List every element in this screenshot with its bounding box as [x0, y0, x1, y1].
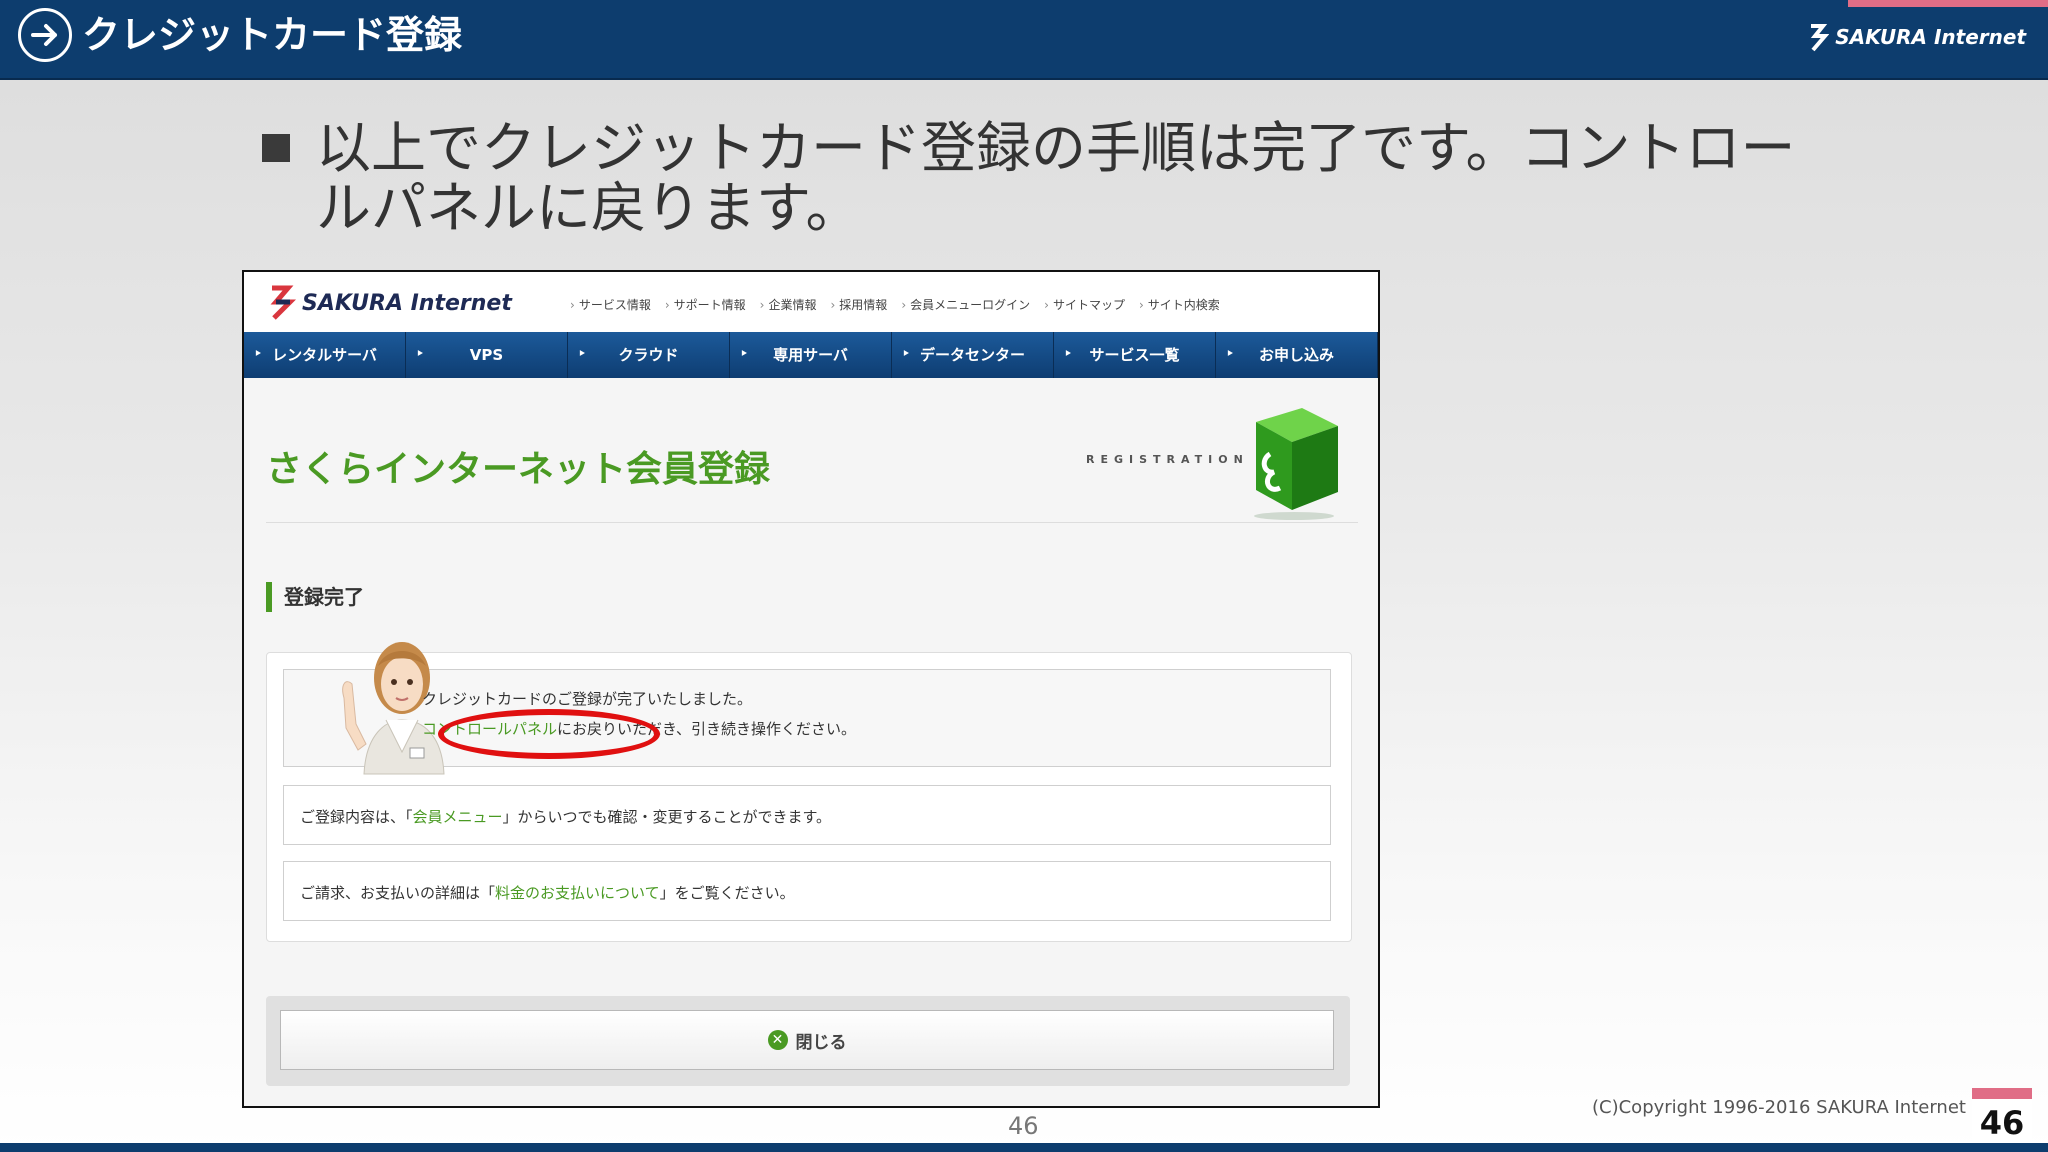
nav-data-center[interactable]: データセンター — [892, 332, 1054, 378]
sakura-logo-icon — [1811, 24, 1830, 52]
member-menu-info-text: ご登録内容は、「会員メニュー」からいつでも確認・変更することができます。 — [300, 806, 831, 827]
member-menu-link[interactable]: 会員メニュー — [413, 808, 503, 826]
close-button-label: 閉じる — [795, 1032, 847, 1053]
top-link-service-info[interactable]: サービス情報 — [570, 296, 651, 313]
close-button[interactable]: ✕ 閉じる — [280, 1010, 1334, 1070]
registration-label: REGISTRATION — [1086, 453, 1249, 466]
top-link-site-search[interactable]: サイト内検索 — [1139, 296, 1220, 313]
header-accent-line — [1848, 0, 2048, 7]
bullet-text: 以上でクレジットカード登録の手順は完了です。コントロールパネルに戻ります。 — [316, 116, 1796, 240]
top-link-member-login[interactable]: 会員メニューログイン — [901, 296, 1030, 313]
nav-cloud[interactable]: クラウド — [568, 332, 730, 378]
site-logo[interactable]: SAKURA Internet — [266, 284, 512, 322]
page-number-badge: 46 — [1972, 1088, 2032, 1146]
close-button-area: ✕ 閉じる — [266, 996, 1350, 1086]
page-title: さくらインターネット会員登録 — [266, 449, 771, 490]
top-link-recruit-info[interactable]: 採用情報 — [830, 296, 887, 313]
brand-name: SAKURA Internet — [1835, 25, 2026, 49]
website-screenshot: SAKURA Internet サービス情報 サポート情報 企業情報 採用情報 … — [242, 270, 1380, 1108]
billing-info-text: ご請求、お支払いの詳細は「料金のお支払いについて」をご覧ください。 — [300, 882, 795, 903]
bottom-bar — [0, 1143, 2048, 1152]
site-logo-text: SAKURA Internet — [302, 290, 512, 316]
brand-logo: SAKURA Internet — [1807, 22, 2026, 52]
bullet-square-icon — [262, 134, 290, 162]
info1-post: 」からいつでも確認・変更することができます。 — [502, 808, 832, 826]
completion-line-1: クレジットカードのご登録が完了いたしました。 — [422, 690, 753, 708]
info2-pre: ご請求、お支払いの詳細は「 — [300, 884, 496, 902]
section-heading: 登録完了 — [266, 582, 364, 612]
sakura-logo-icon — [270, 285, 296, 320]
nav-service-list[interactable]: サービス一覧 — [1054, 332, 1216, 378]
green-cube-icon — [1246, 404, 1342, 524]
highlight-circle-annotation — [438, 709, 660, 759]
page-number: 46 — [1979, 1104, 2025, 1142]
nav-vps[interactable]: VPS — [406, 332, 568, 378]
site-top-links: サービス情報 サポート情報 企業情報 採用情報 会員メニューログイン サイトマッ… — [570, 296, 1220, 313]
top-link-sitemap[interactable]: サイトマップ — [1044, 296, 1125, 313]
info2-post: 」をご覧ください。 — [659, 884, 795, 902]
page-badge-accent — [1972, 1088, 2032, 1099]
site-main-nav: レンタルサーバ VPS クラウド 専用サーバ データセンター サービス一覧 お申… — [244, 332, 1378, 378]
nav-apply[interactable]: お申し込み — [1216, 332, 1378, 378]
slide-header: クレジットカード登録 SAKURA Internet — [0, 0, 2048, 80]
top-link-support-info[interactable]: サポート情報 — [665, 296, 746, 313]
completion-card: クレジットカードのご登録が完了いたしました。 コントロールパネルにお戻りいただき… — [266, 642, 1352, 942]
payment-info-link[interactable]: 料金のお支払いについて — [495, 884, 660, 902]
member-menu-info-box: ご登録内容は、「会員メニュー」からいつでも確認・変更することができます。 — [283, 785, 1331, 845]
arrow-right-icon — [18, 8, 72, 62]
nav-rental-server[interactable]: レンタルサーバ — [244, 332, 406, 378]
completion-message-box: クレジットカードのご登録が完了いたしました。 コントロールパネルにお戻りいただき… — [283, 642, 1331, 775]
info1-pre: ご登録内容は、「 — [300, 808, 413, 826]
center-page-number: 46 — [1008, 1112, 1039, 1140]
billing-info-box: ご請求、お支払いの詳細は「料金のお支払いについて」をご覧ください。 — [283, 861, 1331, 921]
close-icon: ✕ — [767, 1030, 788, 1050]
title-divider — [266, 522, 1358, 523]
top-link-company-info[interactable]: 企業情報 — [760, 296, 816, 313]
site-header: SAKURA Internet サービス情報 サポート情報 企業情報 採用情報 … — [244, 272, 1378, 332]
nav-dedicated-server[interactable]: 専用サーバ — [730, 332, 892, 378]
slide-title: クレジットカード登録 — [82, 13, 463, 57]
copyright-text: (C)Copyright 1996-2016 SAKURA Internet I… — [1592, 1097, 2005, 1118]
